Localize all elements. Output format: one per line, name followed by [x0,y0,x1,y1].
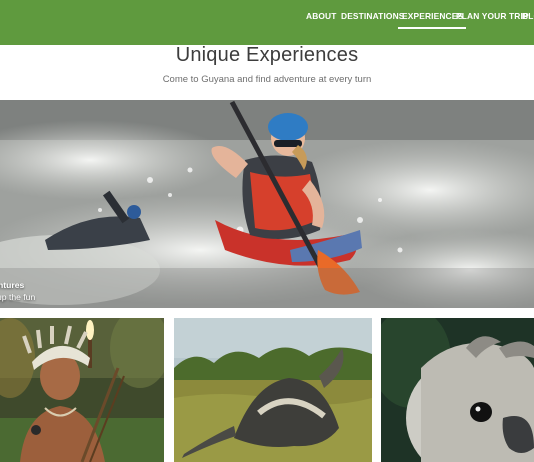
banner-caption-subtitle: up the fun [0,292,36,302]
nav-link-experiences[interactable]: EXPERIENCES [397,11,467,29]
banner-caption-title: ntures [0,280,25,290]
experience-card-wildlife[interactable] [174,318,372,462]
nav-link-about[interactable]: ABOUT [306,11,337,21]
main-nav: ABOUT DESTINATIONS EXPERIENCES PLAN YOUR… [0,0,534,45]
experience-card-birds[interactable] [381,318,534,462]
experience-card-culture[interactable] [0,318,164,462]
anteater-image [174,318,372,462]
page-title: Unique Experiences [175,44,359,66]
nav-link-destinations[interactable]: DESTINATIONS [341,11,405,21]
kayaker-whitewater-image [0,100,534,308]
harpy-eagle-image [381,318,534,462]
nav-link-plan-your-trip[interactable]: PLAN YOUR TRIP [456,11,529,21]
feature-banner[interactable] [0,100,534,308]
top-nav-bar: ABOUT DESTINATIONS EXPERIENCES PLAN YOUR… [0,0,534,45]
indigenous-boy-image [0,318,164,462]
nav-link-blog[interactable]: BLO [522,11,534,21]
page-subtitle: Come to Guyana and find adventure at eve… [162,74,372,85]
